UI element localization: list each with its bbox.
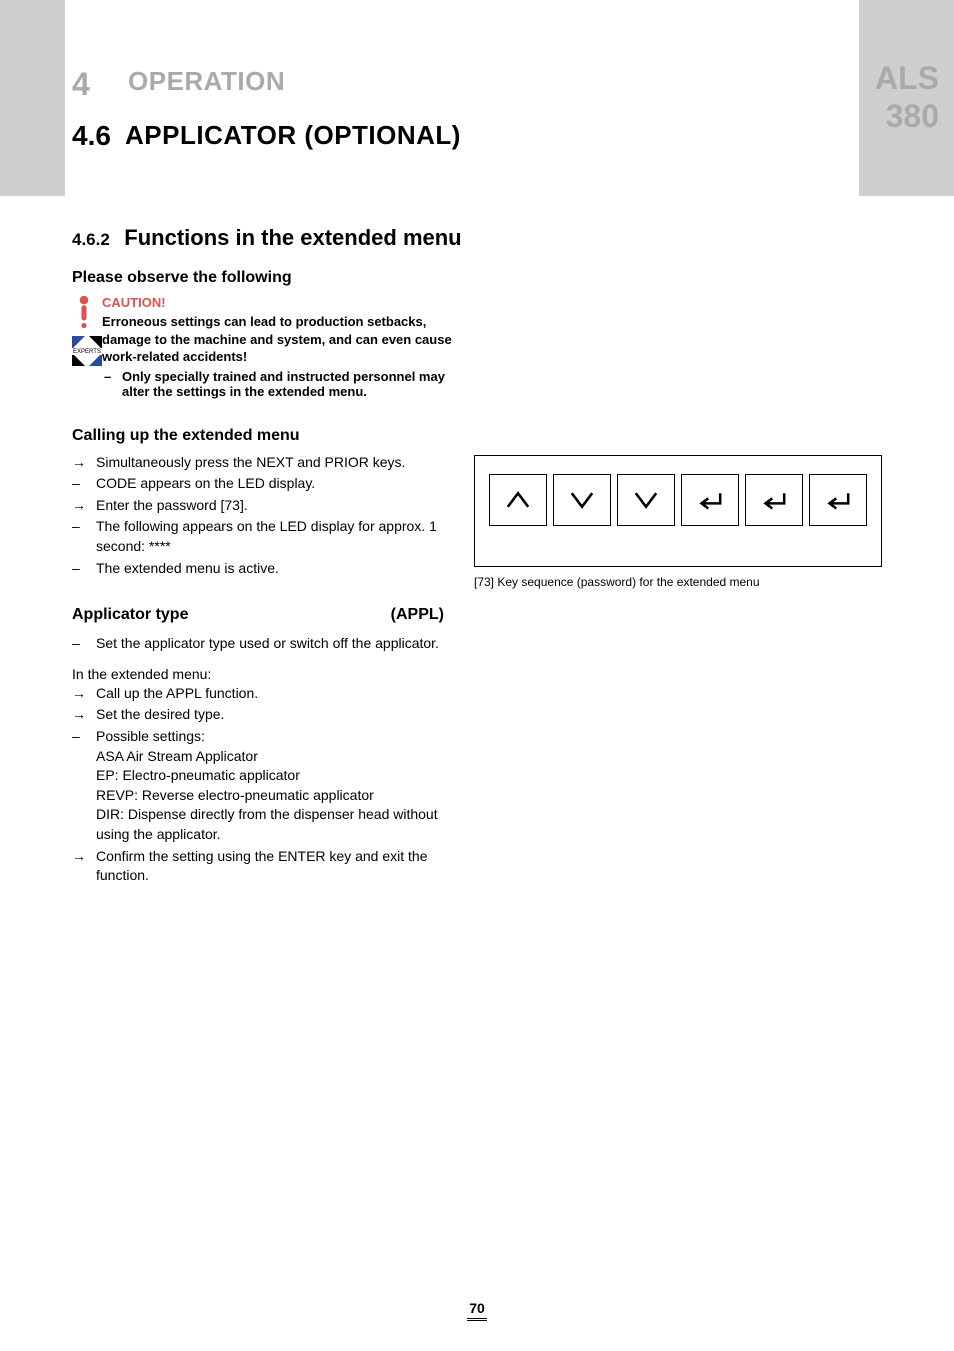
caution-label: CAUTION! xyxy=(102,295,452,310)
list-text: Simultaneously press the NEXT and PRIOR … xyxy=(96,453,444,473)
key-down-icon xyxy=(617,474,675,526)
in-extended-menu-line: In the extended menu: xyxy=(72,666,444,682)
list-marker: – xyxy=(72,634,96,654)
subsection-title: Functions in the extended menu xyxy=(124,225,461,251)
list-marker: → xyxy=(72,453,96,473)
calling-up-list: →Simultaneously press the NEXT and PRIOR… xyxy=(72,453,444,579)
list-marker: → xyxy=(72,496,96,516)
caution-body-text: Erroneous settings can lead to productio… xyxy=(102,313,452,366)
list-text: Enter the password [73]. xyxy=(96,496,444,516)
list-text: Set the applicator type used or switch o… xyxy=(96,634,444,654)
list-marker: → xyxy=(72,847,96,886)
key-enter-icon xyxy=(809,474,867,526)
left-grey-band xyxy=(0,0,65,196)
applicator-type-heading: Applicator type xyxy=(72,606,188,624)
doc-model-line1: ALS xyxy=(875,60,939,97)
svg-text:EXPERTS: EXPERTS xyxy=(73,349,101,355)
subsection-number: 4.6.2 xyxy=(72,230,110,250)
calling-up-heading: Calling up the extended menu xyxy=(72,427,444,445)
key-enter-icon xyxy=(745,474,803,526)
section-title: APPLICATOR (OPTIONAL) xyxy=(125,120,461,151)
list-marker: → xyxy=(72,684,96,704)
list-text: The following appears on the LED display… xyxy=(96,517,444,556)
list-text: Set the desired type. xyxy=(96,705,444,725)
list-marker: – xyxy=(72,517,96,556)
key-enter-icon xyxy=(681,474,739,526)
figure-box xyxy=(474,455,882,567)
section-number: 4.6 xyxy=(72,120,111,152)
list-text: CODE appears on the LED display. xyxy=(96,474,444,494)
list-text: Confirm the setting using the ENTER key … xyxy=(96,847,444,886)
figure-caption: [73] Key sequence (password) for the ext… xyxy=(474,575,882,589)
please-observe-heading: Please observe the following xyxy=(72,269,882,287)
caution-bullet-text: Only specially trained and instructed pe… xyxy=(122,369,452,399)
list-marker: – xyxy=(72,559,96,579)
page-number: 70 xyxy=(467,1300,487,1321)
list-marker: – xyxy=(72,474,96,494)
key-down-icon xyxy=(553,474,611,526)
chapter-title: OPERATION xyxy=(128,66,285,97)
list-text: Possible settings: ASA Air Stream Applic… xyxy=(96,727,444,845)
doc-model-line2: 380 xyxy=(886,98,939,135)
chapter-number: 4 xyxy=(72,66,90,103)
caution-block: EXPERTS CAUTION! Erroneous settings can … xyxy=(72,295,882,399)
applicator-code: (APPL) xyxy=(391,606,444,624)
list-marker: – xyxy=(72,727,96,845)
caution-exclamation-icon xyxy=(72,295,96,329)
list-text: The extended menu is active. xyxy=(96,559,444,579)
list-text: Call up the APPL function. xyxy=(96,684,444,704)
experts-icon: EXPERTS xyxy=(72,336,102,366)
list-marker: → xyxy=(72,705,96,725)
caution-bullet-marker: – xyxy=(104,369,122,399)
key-up-icon xyxy=(489,474,547,526)
